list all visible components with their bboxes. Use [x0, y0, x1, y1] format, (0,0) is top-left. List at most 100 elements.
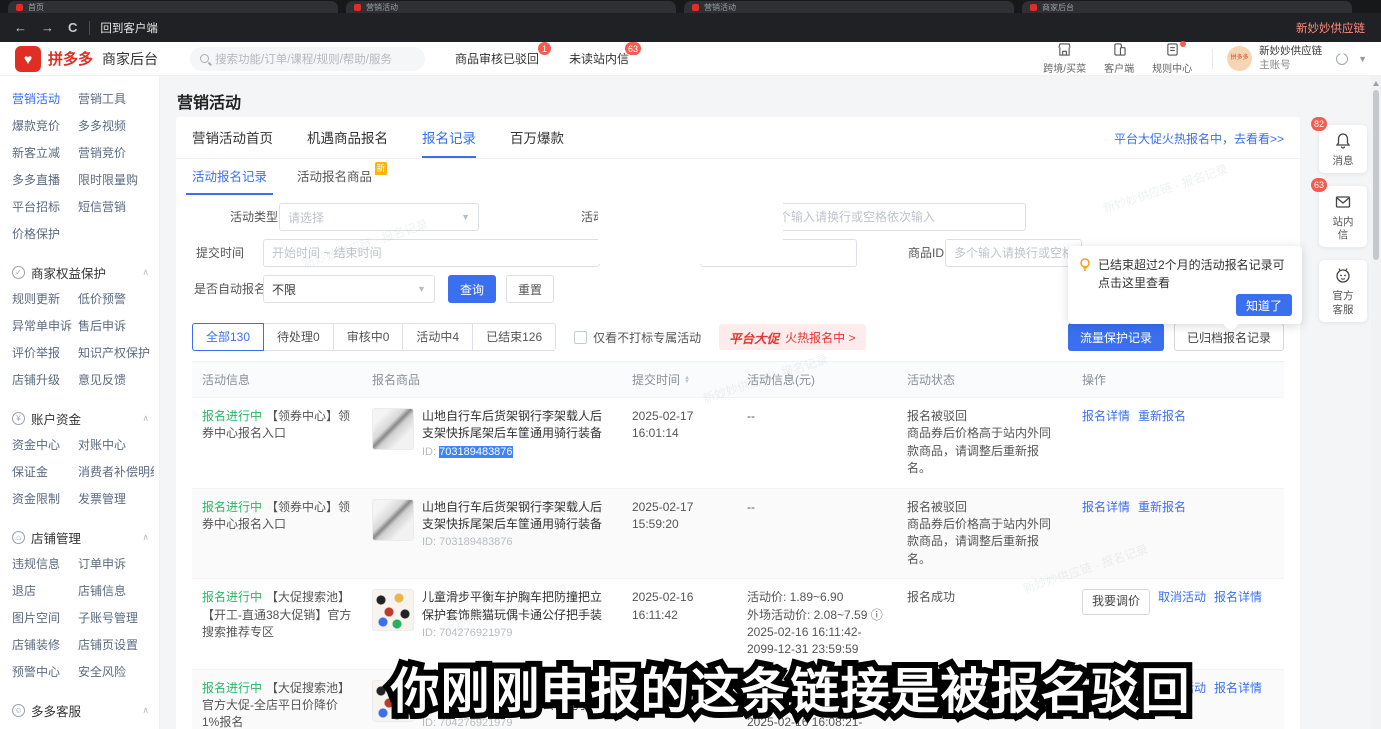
pinduoduo-logo-icon[interactable]: ♥	[15, 46, 41, 72]
sidebar-item-多多视频[interactable]: 多多视频	[78, 113, 154, 140]
sidebar-item-新客立减[interactable]: 新客立减	[12, 140, 78, 167]
sidebar-item-店铺装修[interactable]: 店铺装修	[12, 632, 78, 659]
quick-link-storefront-icon[interactable]: 跨境/买菜	[1043, 43, 1086, 75]
tab-报名记录[interactable]: 报名记录	[422, 127, 476, 158]
sidebar-item-图片空间[interactable]: 图片空间	[12, 605, 78, 632]
product-title[interactable]: 山地自行车后货架钢行李架载人后支架快拆尾架后车筐通用骑行装备	[422, 408, 612, 443]
sidebar-item-规则更新[interactable]: 规则更新	[12, 286, 78, 313]
float-站内信[interactable]: 63站内信	[1319, 186, 1367, 247]
back-icon[interactable]: ←	[14, 20, 27, 35]
chevron-down-icon[interactable]: ▼	[1358, 54, 1367, 64]
product-title[interactable]: 儿童滑步平衡车护胸车把防撞把立保护套饰熊猫玩偶卡通公仔把手装	[422, 680, 612, 715]
op-我要调价[interactable]: 我要调价	[1082, 589, 1150, 615]
sidebar-group-header[interactable]: ✓商家权益保护∧	[12, 258, 159, 286]
quick-link-rules-icon[interactable]: 规则中心	[1152, 43, 1192, 75]
browser-tab[interactable]: 营销活动	[684, 1, 1014, 13]
sidebar-item-售后申诉[interactable]: 售后申诉	[78, 313, 154, 340]
sidebar-item-违规信息[interactable]: 违规信息	[12, 551, 78, 578]
tab-百万爆款[interactable]: 百万爆款	[510, 127, 564, 158]
sidebar-item-安全风险[interactable]: 安全风险	[78, 659, 154, 686]
product-id-input[interactable]	[945, 239, 1082, 267]
product-image[interactable]	[372, 499, 414, 541]
product-id-value[interactable]: 703189483876	[439, 446, 512, 458]
op-我要调价[interactable]: 我要调价	[1082, 680, 1150, 706]
unread-mail-link[interactable]: 未读站内信 63	[569, 50, 629, 67]
sidebar-item-限时限量购[interactable]: 限时限量购	[78, 167, 154, 194]
sidebar-item-实时管理[interactable]: 实时管理	[78, 724, 154, 729]
chip-待处理0[interactable]: 待处理0	[263, 323, 334, 351]
sidebar-item-消费者补偿明细[interactable]: 消费者补偿明细	[78, 459, 154, 486]
product-id-value[interactable]: 703189483876	[439, 536, 512, 548]
sidebar-item-爆款竞价[interactable]: 爆款竞价	[12, 113, 78, 140]
op-报名详情[interactable]: 报名详情	[1214, 680, 1262, 697]
tooltip-ok-button[interactable]: 知道了	[1236, 294, 1292, 316]
sidebar-item-价格保护[interactable]: 价格保护	[12, 221, 78, 248]
chip-审核中0[interactable]: 审核中0	[333, 323, 404, 351]
sidebar-item-资金中心[interactable]: 资金中心	[12, 432, 78, 459]
sidebar-item-平台招标[interactable]: 平台招标	[12, 194, 78, 221]
float-官方客服[interactable]: 官方客服	[1319, 260, 1367, 321]
page-scrollbar[interactable]	[1371, 76, 1381, 729]
logout-icon[interactable]	[1336, 53, 1348, 65]
product-id-value[interactable]: 704276921979	[439, 627, 512, 639]
product-image[interactable]	[372, 408, 414, 450]
exclusive-activity-checkbox[interactable]: 仅看不打标专属活动	[574, 329, 701, 346]
forward-icon[interactable]: →	[41, 20, 54, 35]
scrollbar-thumb[interactable]	[1373, 90, 1379, 260]
chip-全部130[interactable]: 全部130	[192, 323, 264, 351]
sidebar-item-店铺升级[interactable]: 店铺升级	[12, 367, 78, 394]
global-search-input[interactable]: 搜索功能/订单/课程/规则/帮助/服务	[190, 47, 425, 71]
sidebar-item-发票管理[interactable]: 发票管理	[78, 486, 154, 513]
sidebar-item-营销工具[interactable]: 营销工具	[78, 86, 154, 113]
sort-icon[interactable]: ▲▼	[684, 376, 690, 384]
reset-button[interactable]: 重置	[506, 275, 554, 303]
sidebar-item-评价举报[interactable]: 评价举报	[12, 340, 78, 367]
auto-signup-select[interactable]: 不限▼	[263, 275, 435, 303]
product-title[interactable]: 山地自行车后货架钢行李架载人后支架快拆尾架后车筐通用骑行装备	[422, 499, 612, 534]
sidebar-item-低价预警[interactable]: 低价预警	[78, 286, 154, 313]
query-button[interactable]: 查询	[448, 275, 496, 303]
browser-profile-name[interactable]: 新妙妙供应链	[1296, 20, 1365, 36]
activity-type-select[interactable]: 请选择▼	[279, 203, 479, 231]
sidebar-item-预警中心[interactable]: 预警中心	[12, 659, 78, 686]
product-image[interactable]	[372, 680, 414, 722]
audit-rejected-link[interactable]: 商品审核已驳回 1	[455, 50, 539, 67]
sidebar-item-多多直播[interactable]: 多多直播	[12, 167, 78, 194]
address-bar-text[interactable]: 回到客户端	[100, 20, 158, 36]
sidebar-item-订单申诉[interactable]: 订单申诉	[78, 551, 154, 578]
float-消息[interactable]: 82消息	[1319, 125, 1367, 173]
scroll-up-icon[interactable]	[1373, 81, 1379, 86]
sidebar-item-保证金[interactable]: 保证金	[12, 459, 78, 486]
sidebar-item-子账号管理[interactable]: 子账号管理	[78, 605, 154, 632]
activity-id-input[interactable]	[758, 203, 1026, 231]
tab-机遇商品报名[interactable]: 机遇商品报名	[307, 127, 388, 158]
sidebar-item-营销竞价[interactable]: 营销竞价	[78, 140, 154, 167]
account-info[interactable]: 新妙妙供应链 主账号	[1259, 45, 1322, 72]
refresh-icon[interactable]: C	[68, 20, 77, 35]
product-title[interactable]: 儿童滑步平衡车护胸车把防撞把立保护套饰熊猫玩偶卡通公仔把手装	[422, 589, 612, 624]
op-报名详情[interactable]: 报名详情	[1082, 408, 1130, 425]
sidebar-item-客服数据[interactable]: 客服数据	[12, 724, 78, 729]
sidebar-item-店铺页设置[interactable]: 店铺页设置	[78, 632, 154, 659]
sidebar-item-资金限制[interactable]: 资金限制	[12, 486, 78, 513]
product-image[interactable]	[372, 589, 414, 631]
sidebar-item-营销活动[interactable]: 营销活动	[12, 86, 78, 113]
browser-tab[interactable]: 首页	[8, 1, 338, 13]
sidebar-item-意见反馈[interactable]: 意见反馈	[78, 367, 154, 394]
op-取消活动[interactable]: 取消活动	[1158, 680, 1206, 697]
subtab-活动报名记录[interactable]: 活动报名记录	[192, 159, 267, 195]
browser-tab[interactable]: 商家后台	[1022, 1, 1352, 13]
quick-link-client-icon[interactable]: 客户端	[1104, 43, 1134, 75]
op-重新报名[interactable]: 重新报名	[1138, 408, 1186, 425]
op-取消活动[interactable]: 取消活动	[1158, 589, 1206, 606]
sidebar-item-对账中心[interactable]: 对账中心	[78, 432, 154, 459]
promo-link[interactable]: 平台大促火热报名中，去看看>>	[1114, 130, 1284, 155]
sidebar-group-header[interactable]: ⌂店铺管理∧	[12, 523, 159, 551]
sidebar-item-知识产权保护[interactable]: 知识产权保护	[78, 340, 154, 367]
subtab-活动报名商品[interactable]: 活动报名商品新	[297, 159, 372, 195]
op-报名详情[interactable]: 报名详情	[1082, 499, 1130, 516]
sidebar-item-店铺信息[interactable]: 店铺信息	[78, 578, 154, 605]
sidebar-item-短信营销[interactable]: 短信营销	[78, 194, 154, 221]
op-报名详情[interactable]: 报名详情	[1214, 589, 1262, 606]
tab-营销活动首页[interactable]: 营销活动首页	[192, 127, 273, 158]
